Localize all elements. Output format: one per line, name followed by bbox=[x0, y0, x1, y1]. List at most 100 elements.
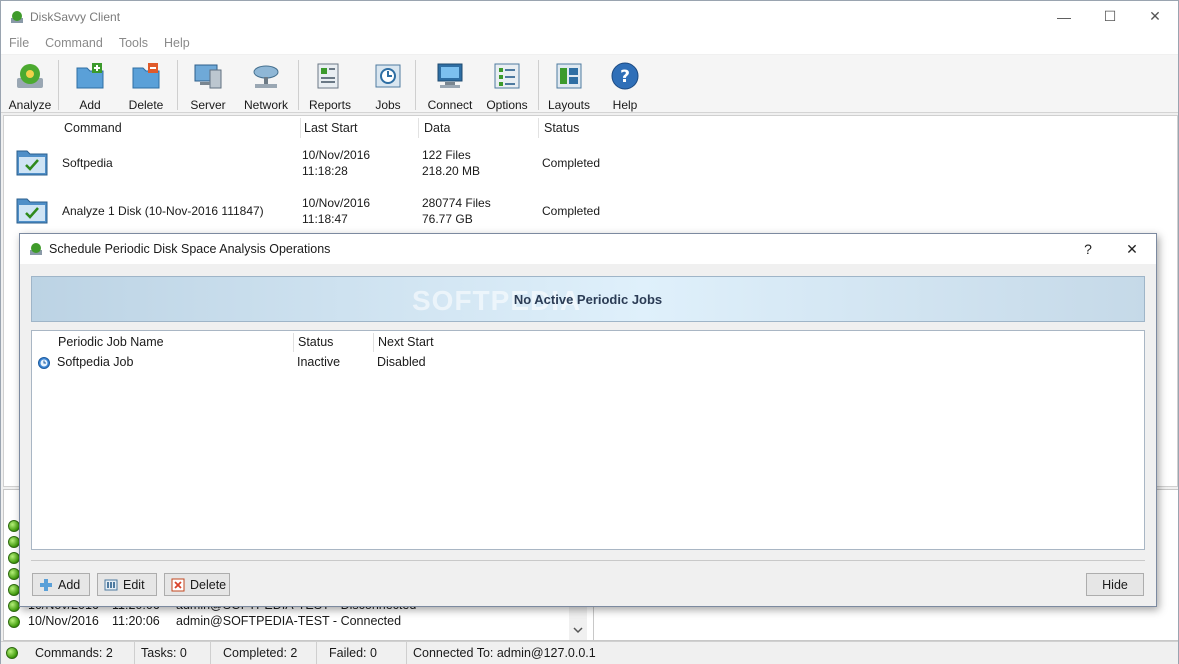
analyze-button[interactable]: Analyze bbox=[9, 58, 51, 112]
log-status-dot bbox=[8, 614, 20, 630]
delete-icon bbox=[171, 578, 185, 591]
layouts-icon bbox=[556, 63, 582, 89]
delete-folder-icon bbox=[132, 63, 160, 89]
menu-bar: File Command Tools Help bbox=[1, 32, 1178, 54]
edit-icon bbox=[104, 579, 118, 590]
maximize-button[interactable]: ☐ bbox=[1087, 1, 1133, 32]
command-name: Softpedia bbox=[62, 156, 113, 170]
layouts-button[interactable]: Layouts bbox=[547, 58, 591, 112]
server-button[interactable]: Server bbox=[187, 58, 229, 112]
command-size: 218.20 MB bbox=[422, 164, 481, 178]
toolbar-separator bbox=[415, 60, 416, 110]
add-button[interactable]: Add bbox=[69, 58, 111, 112]
app-icon bbox=[11, 10, 23, 23]
banner-text: No Active Periodic Jobs bbox=[513, 291, 663, 307]
toolbar-separator bbox=[177, 60, 178, 110]
column-separator bbox=[538, 118, 539, 138]
column-header-job-status[interactable]: Status bbox=[294, 331, 333, 353]
connection-status-icon bbox=[6, 647, 18, 659]
schedule-dialog: Schedule Periodic Disk Space Analysis Op… bbox=[19, 233, 1157, 607]
network-button[interactable]: Network bbox=[241, 58, 291, 112]
server-icon bbox=[194, 64, 222, 89]
connect-icon bbox=[437, 63, 463, 88]
analyze-icon bbox=[17, 64, 43, 88]
toolbar-separator bbox=[538, 60, 539, 110]
command-files: 280774 Files bbox=[422, 196, 491, 210]
main-window: DiskSavvy Client — ☐ ✕ File Command Tool… bbox=[0, 0, 1179, 664]
toolbar-separator bbox=[58, 60, 59, 110]
completed-folder-icon bbox=[16, 198, 48, 224]
network-icon bbox=[253, 65, 279, 88]
dialog-close-button[interactable]: ✕ bbox=[1110, 234, 1154, 264]
status-tasks: Tasks: 0 bbox=[135, 642, 211, 664]
periodic-jobs-list[interactable]: Periodic Job Name Status Next Start Soft… bbox=[31, 330, 1145, 550]
reports-button[interactable]: Reports bbox=[307, 58, 353, 112]
command-name: Analyze 1 Disk (10-Nov-2016 111847) bbox=[62, 204, 264, 218]
toolbar-separator bbox=[298, 60, 299, 110]
edit-job-button[interactable]: Edit bbox=[97, 573, 157, 596]
status-banner: SOFTPEDIA No Active Periodic Jobs bbox=[31, 276, 1145, 322]
job-status: Inactive bbox=[297, 355, 341, 369]
status-commands: Commands: 2 bbox=[29, 642, 135, 664]
dialog-title: Schedule Periodic Disk Space Analysis Op… bbox=[49, 242, 331, 256]
window-title: DiskSavvy Client bbox=[30, 9, 121, 24]
ok-status-icon bbox=[6, 647, 18, 659]
ok-status-icon bbox=[8, 616, 20, 628]
column-header-last-start[interactable]: Last Start bbox=[300, 116, 358, 140]
command-status: Completed bbox=[542, 204, 601, 218]
log-time: 11:20:06 bbox=[112, 614, 160, 628]
clock-icon bbox=[38, 357, 50, 369]
column-header-job-name[interactable]: Periodic Job Name bbox=[54, 331, 164, 353]
close-button[interactable]: ✕ bbox=[1132, 1, 1178, 32]
divider bbox=[31, 560, 1145, 561]
connect-button[interactable]: Connect bbox=[426, 58, 474, 112]
add-icon bbox=[40, 578, 52, 591]
status-bar: Commands: 2 Tasks: 0 Completed: 2 Failed… bbox=[1, 641, 1178, 664]
completed-folder-icon bbox=[16, 150, 48, 176]
command-time: 11:18:28 bbox=[302, 164, 348, 178]
delete-job-button[interactable]: Delete bbox=[164, 573, 230, 596]
delete-job-label: Delete bbox=[190, 577, 227, 592]
help-button[interactable]: ? Help bbox=[607, 58, 643, 112]
add-job-label: Add bbox=[58, 577, 81, 592]
command-time: 11:18:47 bbox=[302, 212, 348, 226]
column-header-next-start[interactable]: Next Start bbox=[374, 331, 434, 353]
options-icon bbox=[494, 63, 520, 89]
toolbar: Analyze Add Delete Server Network Report… bbox=[1, 55, 1178, 113]
hide-button[interactable]: Hide bbox=[1086, 573, 1144, 596]
menu-help[interactable]: Help bbox=[156, 36, 198, 50]
job-next-start: Disabled bbox=[377, 355, 426, 369]
edit-job-label: Edit bbox=[123, 577, 145, 592]
menu-tools[interactable]: Tools bbox=[111, 36, 156, 50]
job-name: Softpedia Job bbox=[57, 355, 134, 369]
command-size: 76.77 GB bbox=[422, 212, 473, 226]
dialog-help-button[interactable]: ? bbox=[1066, 234, 1110, 264]
add-job-button[interactable]: Add bbox=[32, 573, 90, 596]
command-date: 10/Nov/2016 bbox=[302, 148, 371, 162]
menu-command[interactable]: Command bbox=[37, 36, 111, 50]
chevron-down-icon[interactable] bbox=[573, 626, 583, 634]
status-completed: Completed: 2 bbox=[217, 642, 317, 664]
svg-text:?: ? bbox=[620, 67, 630, 87]
jobs-button[interactable]: Jobs bbox=[369, 58, 407, 112]
dialog-title-bar: Schedule Periodic Disk Space Analysis Op… bbox=[20, 234, 1156, 264]
jobs-icon bbox=[375, 64, 401, 88]
command-files: 122 Files bbox=[422, 148, 471, 162]
status-connected: Connected To: admin@127.0.0.1 bbox=[413, 646, 596, 660]
log-scrollbar[interactable] bbox=[569, 606, 587, 640]
column-separator bbox=[418, 118, 419, 138]
log-message: admin@SOFTPEDIA-TEST - Connected bbox=[176, 614, 402, 628]
column-header-command[interactable]: Command bbox=[60, 116, 122, 140]
reports-icon bbox=[317, 63, 339, 89]
column-header-status[interactable]: Status bbox=[540, 116, 579, 140]
column-header-data[interactable]: Data bbox=[420, 116, 450, 140]
options-button[interactable]: Options bbox=[485, 58, 529, 112]
command-date: 10/Nov/2016 bbox=[302, 196, 371, 210]
status-failed: Failed: 0 bbox=[323, 642, 407, 664]
delete-button[interactable]: Delete bbox=[123, 58, 169, 112]
help-icon: ? bbox=[611, 62, 639, 90]
minimize-button[interactable]: — bbox=[1041, 1, 1087, 32]
app-icon bbox=[30, 243, 42, 255]
command-status: Completed bbox=[542, 156, 601, 170]
menu-file[interactable]: File bbox=[1, 36, 37, 50]
